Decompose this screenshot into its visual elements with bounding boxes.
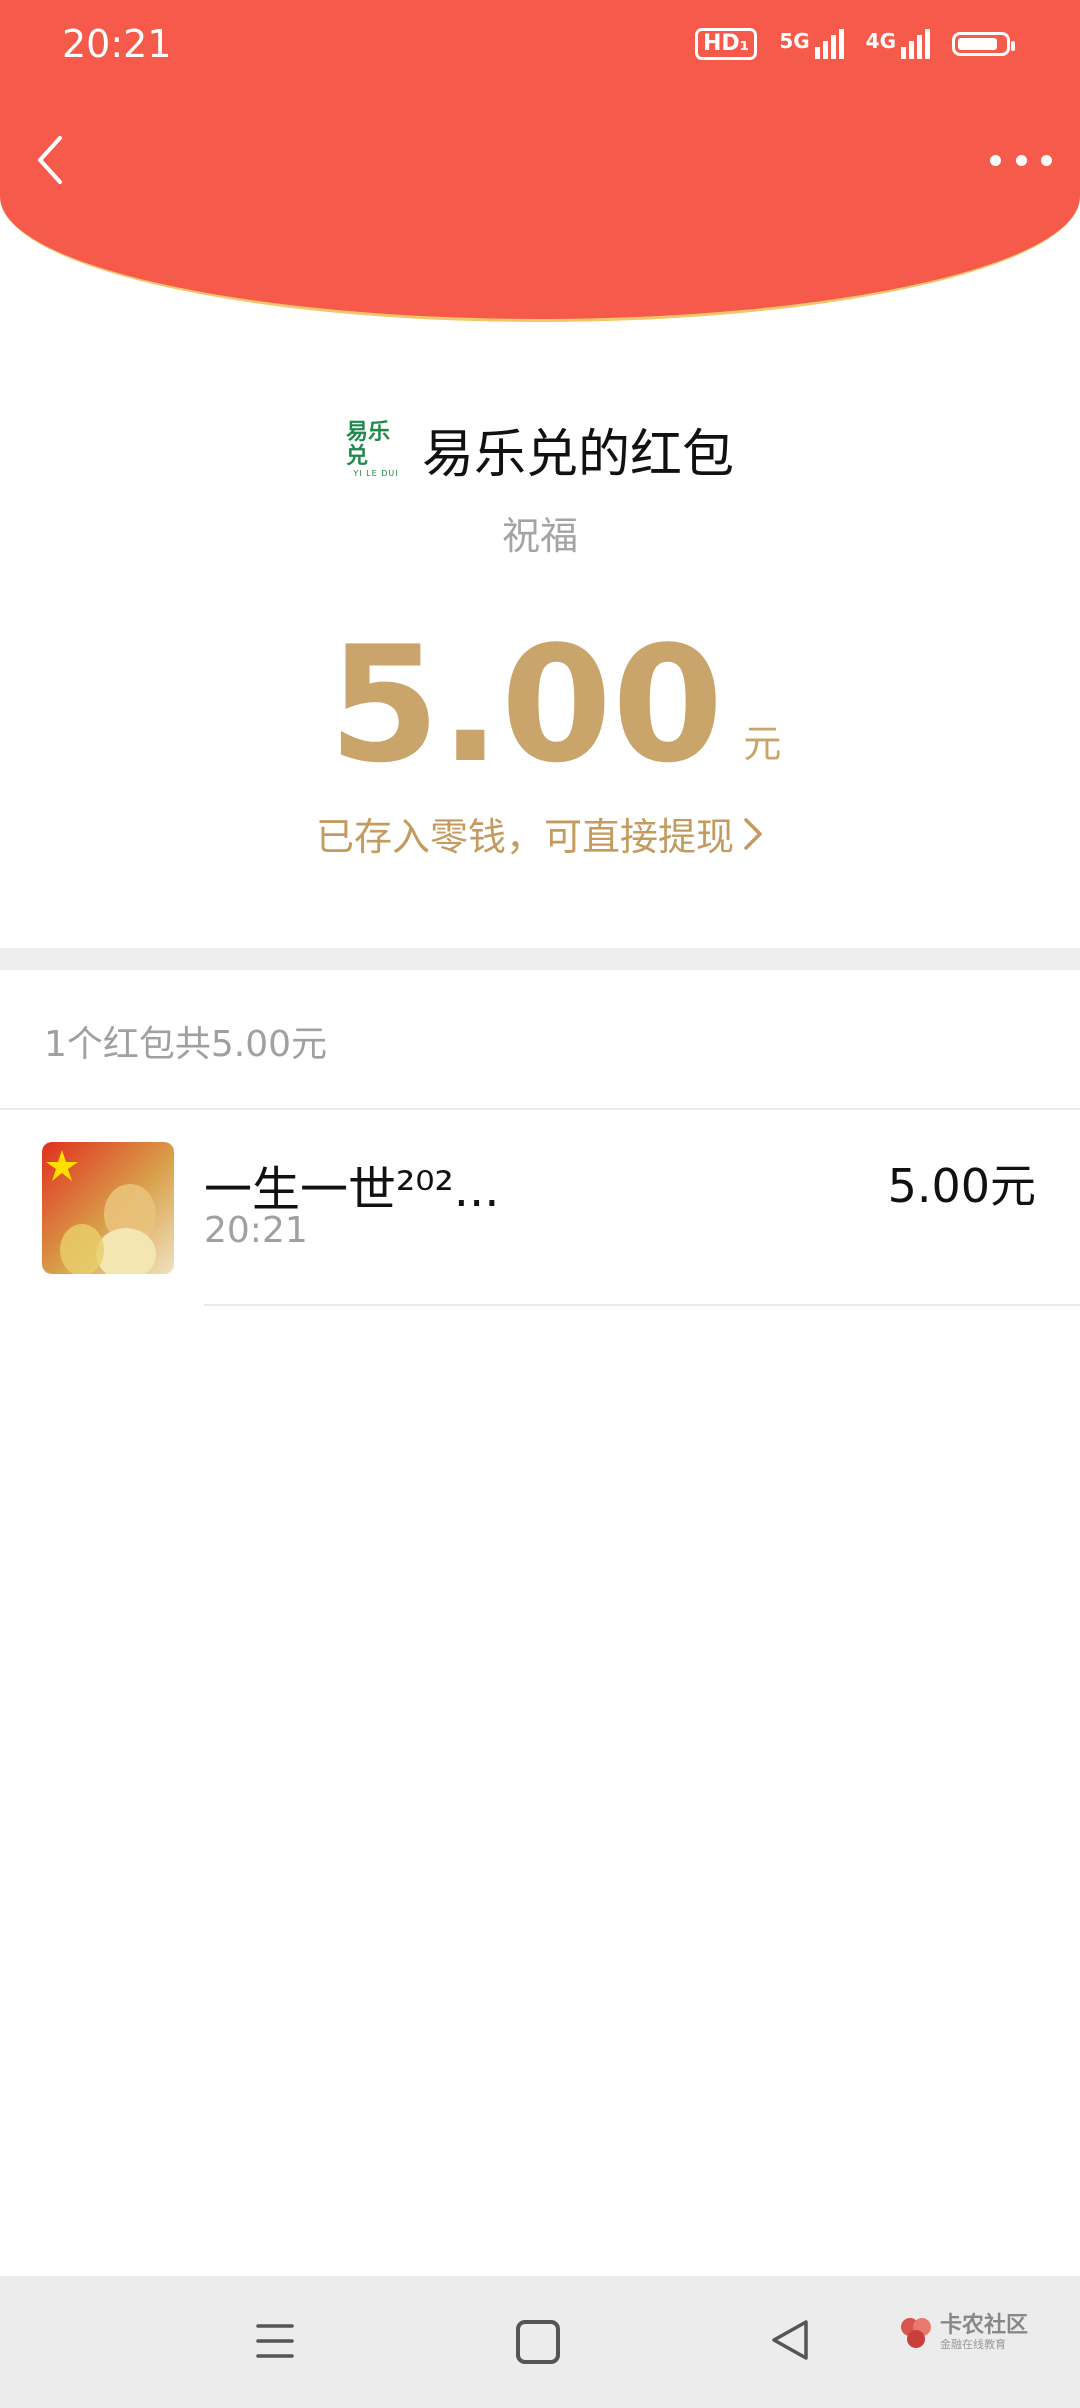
status-time: 20:21 <box>62 22 172 66</box>
signal-5g-icon: 5G <box>779 29 844 59</box>
withdraw-link[interactable]: 已存入零钱，可直接提现 <box>0 806 1080 861</box>
packet-summary: 1个红包共5.00元 <box>44 1024 328 1065</box>
system-nav-bar: 卡农社区 金融在线教育 <box>0 2276 1080 2408</box>
status-icons: HD₁ 5G 4G <box>695 28 1015 60</box>
back-button[interactable] <box>26 130 76 190</box>
divider <box>204 1304 1080 1306</box>
kanong-logo-icon <box>901 2317 931 2348</box>
signal-4g-icon: 4G <box>866 29 930 59</box>
hd-icon: HD₁ <box>695 28 758 60</box>
record-time: 20:21 <box>204 1210 308 1251</box>
sender-row: 易乐兑 YI LE DUI 易乐兑的红包 <box>0 412 1080 487</box>
section-divider <box>0 948 1080 970</box>
record-amount: 5.00元 <box>887 1159 1036 1213</box>
red-packet-header: 20:21 HD₁ 5G 4G <box>0 0 1080 322</box>
battery-icon <box>952 32 1015 56</box>
list-item[interactable]: 一生一世²⁰²... 20:21 5.00元 <box>0 1140 1080 1306</box>
withdraw-note: 已存入零钱，可直接提现 <box>315 815 734 859</box>
sender-logo: 易乐兑 YI LE DUI <box>345 420 399 479</box>
chevron-left-icon <box>38 136 62 184</box>
amount-unit: 元 <box>743 722 782 766</box>
amount-value: 5.00 <box>328 611 724 798</box>
back-triangle-icon[interactable] <box>770 2318 810 2362</box>
divider <box>0 1108 1080 1110</box>
avatar[interactable] <box>42 1142 174 1274</box>
greeting-text: 祝福 <box>501 514 578 558</box>
more-dots-icon <box>990 154 1001 166</box>
chevron-right-icon <box>744 817 762 850</box>
menu-icon[interactable] <box>254 2320 296 2362</box>
amount-display: 5.00 元 <box>0 620 1080 790</box>
more-button[interactable] <box>990 138 1052 182</box>
sender-name: 易乐兑的红包 <box>421 425 734 485</box>
watermark: 卡农社区 金融在线教育 <box>898 2314 1028 2351</box>
home-icon[interactable] <box>516 2320 560 2364</box>
